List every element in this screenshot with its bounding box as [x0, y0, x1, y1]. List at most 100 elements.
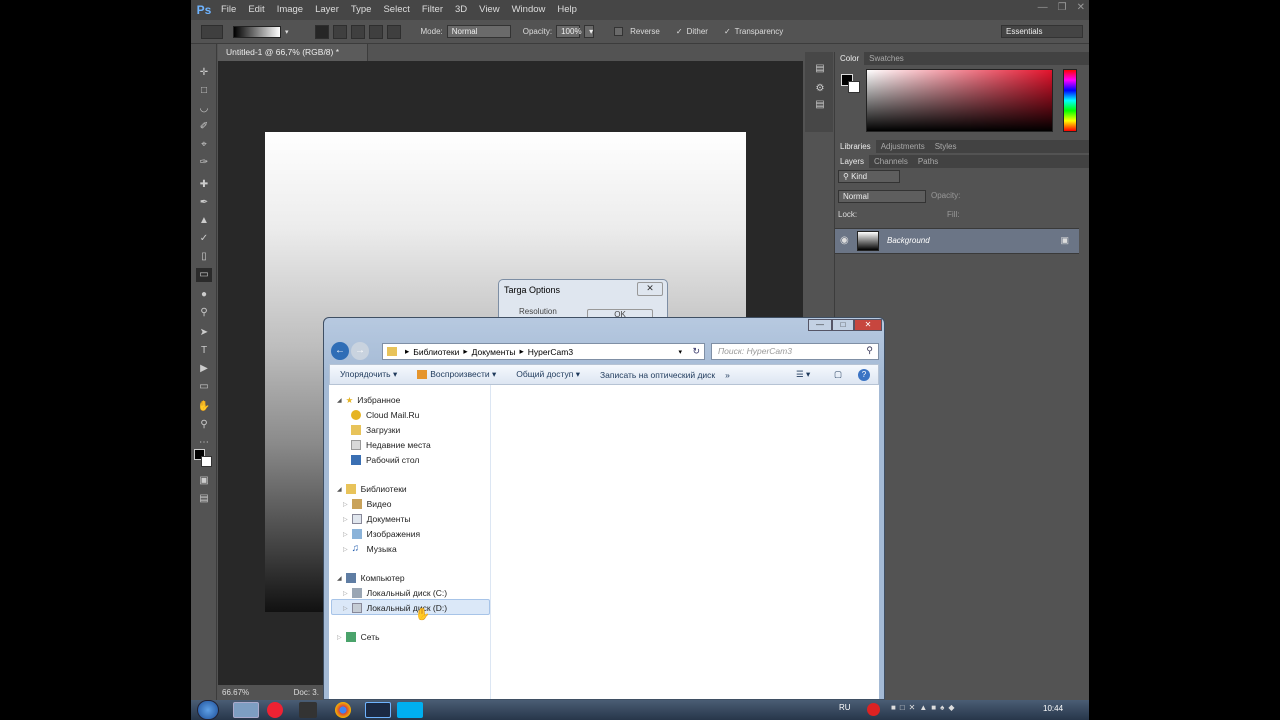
- hand-tool-icon[interactable]: ✋: [196, 400, 212, 414]
- more-commands-icon[interactable]: »: [725, 370, 730, 380]
- workspace-select[interactable]: Essentials: [1001, 25, 1083, 38]
- move-tool-icon[interactable]: ✛: [196, 66, 212, 80]
- taskbar-photoshop-icon[interactable]: [365, 702, 391, 718]
- marquee-tool-icon[interactable]: □: [196, 84, 212, 98]
- radial-gradient-icon[interactable]: [332, 24, 347, 39]
- nav-item-cloud-mail[interactable]: Cloud Mail.Ru: [351, 408, 419, 422]
- quick-mask-icon[interactable]: ▣: [196, 474, 212, 488]
- tab-swatches[interactable]: Swatches: [864, 52, 909, 65]
- layer-name[interactable]: Background: [887, 236, 930, 245]
- clone-stamp-tool-icon[interactable]: ▲: [196, 214, 212, 228]
- collapse-arrow-icon[interactable]: ▷: [343, 590, 348, 597]
- diamond-gradient-icon[interactable]: [386, 24, 401, 39]
- menu-image[interactable]: Image: [271, 0, 309, 20]
- layer-row[interactable]: ◉ Background ▣: [835, 228, 1079, 254]
- taskbar-skype-icon[interactable]: [397, 702, 423, 718]
- taskbar-chrome-icon[interactable]: [335, 702, 351, 718]
- healing-brush-tool-icon[interactable]: ✚: [196, 178, 212, 192]
- explorer-minimize-icon[interactable]: —: [808, 319, 832, 331]
- explorer-close-icon[interactable]: ✕: [854, 319, 882, 331]
- breadcrumb-sep-icon[interactable]: ▸: [463, 346, 467, 357]
- bg-color-chip[interactable]: [848, 81, 860, 93]
- refresh-icon[interactable]: ↻: [692, 346, 700, 357]
- tab-color[interactable]: Color: [835, 52, 865, 65]
- shape-tool-icon[interactable]: ▭: [196, 380, 212, 394]
- language-indicator[interactable]: RU: [839, 703, 851, 712]
- history-brush-tool-icon[interactable]: ✓: [196, 232, 212, 246]
- search-icon[interactable]: ⚲: [866, 345, 873, 356]
- targa-close-icon[interactable]: ✕: [637, 282, 663, 296]
- nav-item-drive-c[interactable]: ▷ Локальный диск (C:): [343, 586, 447, 600]
- preview-pane-icon[interactable]: ▢: [834, 369, 842, 380]
- linear-gradient-icon[interactable]: [314, 24, 329, 39]
- dither-checkbox-icon[interactable]: ✓: [676, 27, 683, 36]
- taskbar-app-icon[interactable]: [299, 702, 317, 718]
- menu-3d[interactable]: 3D: [449, 0, 473, 20]
- history-panel-icon[interactable]: ▤: [812, 62, 828, 76]
- computer-header[interactable]: ◢ Компьютер: [337, 571, 405, 585]
- tab-layers[interactable]: Layers: [835, 155, 870, 168]
- address-bar[interactable]: ▸ Библиотеки ▸ Документы ▸ HyperCam3 ▾ ↻: [382, 343, 705, 360]
- menu-file[interactable]: File: [215, 0, 242, 20]
- taskbar-yandex-icon[interactable]: [267, 702, 283, 718]
- tab-channels[interactable]: Channels: [869, 155, 913, 168]
- gradient-tool-icon[interactable]: ▭: [196, 268, 212, 282]
- close-icon[interactable]: ✕: [1077, 2, 1085, 13]
- tab-paths[interactable]: Paths: [913, 155, 943, 168]
- help-icon[interactable]: ?: [858, 368, 870, 381]
- tab-adjustments[interactable]: Adjustments: [876, 140, 930, 153]
- menu-help[interactable]: Help: [551, 0, 583, 20]
- play-button[interactable]: Воспроизвести ▾: [407, 369, 506, 380]
- breadcrumb-hypercam3[interactable]: HyperCam3: [528, 347, 573, 357]
- clock[interactable]: 10:44: [1043, 704, 1063, 713]
- menu-window[interactable]: Window: [506, 0, 552, 20]
- eyedropper-tool-icon[interactable]: ✑: [196, 156, 212, 170]
- tray-icons[interactable]: ■□✕▲■♠◆: [891, 703, 959, 712]
- tab-libraries[interactable]: Libraries: [835, 140, 876, 153]
- transparency-checkbox-icon[interactable]: ✓: [724, 27, 731, 36]
- restore-icon[interactable]: ❐: [1058, 2, 1067, 13]
- taskbar-explorer-icon[interactable]: [233, 702, 259, 718]
- back-arrow-icon[interactable]: ←: [331, 342, 349, 360]
- forward-arrow-icon[interactable]: →: [351, 342, 369, 360]
- reflected-gradient-icon[interactable]: [368, 24, 383, 39]
- gradient-dropdown-icon[interactable]: ▾: [285, 28, 289, 36]
- menu-type[interactable]: Type: [345, 0, 378, 20]
- menu-view[interactable]: View: [473, 0, 505, 20]
- more-tools-icon[interactable]: ⋯: [196, 436, 212, 450]
- favorites-header[interactable]: ◢ ★ Избранное: [337, 393, 400, 407]
- nav-item-recent-places[interactable]: Недавние места: [351, 438, 431, 452]
- gradient-picker[interactable]: [233, 25, 281, 38]
- explorer-maximize-icon[interactable]: □: [832, 319, 854, 331]
- screen-mode-icon[interactable]: ▤: [196, 492, 212, 506]
- blur-tool-icon[interactable]: ●: [196, 288, 212, 302]
- document-tab[interactable]: Untitled-1 @ 66,7% (RGB/8) *: [218, 44, 368, 61]
- expand-arrow-icon[interactable]: ◢: [337, 486, 342, 493]
- search-input[interactable]: Поиск: HyperCam3: [711, 343, 879, 360]
- eraser-tool-icon[interactable]: ▯: [196, 250, 212, 264]
- minimize-icon[interactable]: —: [1038, 2, 1048, 13]
- pen-tool-icon[interactable]: ➤: [196, 326, 212, 340]
- zoom-tool-icon[interactable]: ⚲: [196, 418, 212, 432]
- color-picker-field[interactable]: [866, 69, 1053, 132]
- organize-button[interactable]: Упорядочить ▾: [330, 369, 407, 380]
- libraries-header[interactable]: ◢ Библиотеки: [337, 482, 407, 496]
- layer-kind-filter[interactable]: ⚲ Kind: [838, 170, 900, 183]
- gradient-tool-preset-icon[interactable]: [201, 24, 223, 39]
- breadcrumb-sep-icon[interactable]: ▸: [405, 346, 409, 357]
- menu-filter[interactable]: Filter: [416, 0, 449, 20]
- nav-item-desktop[interactable]: Рабочий стол: [351, 453, 419, 467]
- menu-select[interactable]: Select: [377, 0, 415, 20]
- opacity-dropdown-icon[interactable]: ▾: [584, 25, 595, 38]
- collapse-arrow-icon[interactable]: ▷: [343, 531, 348, 538]
- nav-item-video[interactable]: ▷ Видео: [343, 497, 391, 511]
- breadcrumb-sep-icon[interactable]: ▸: [519, 346, 523, 357]
- view-options-icon[interactable]: ☰ ▾: [796, 369, 810, 380]
- quick-select-tool-icon[interactable]: ✐: [196, 120, 212, 134]
- lasso-tool-icon[interactable]: ◡: [196, 102, 212, 116]
- mode-select[interactable]: Normal: [446, 25, 511, 38]
- tab-styles[interactable]: Styles: [930, 140, 962, 153]
- layer-blend-mode-select[interactable]: Normal: [838, 190, 926, 203]
- collapse-arrow-icon[interactable]: ▷: [343, 501, 348, 508]
- hue-slider[interactable]: [1063, 69, 1077, 132]
